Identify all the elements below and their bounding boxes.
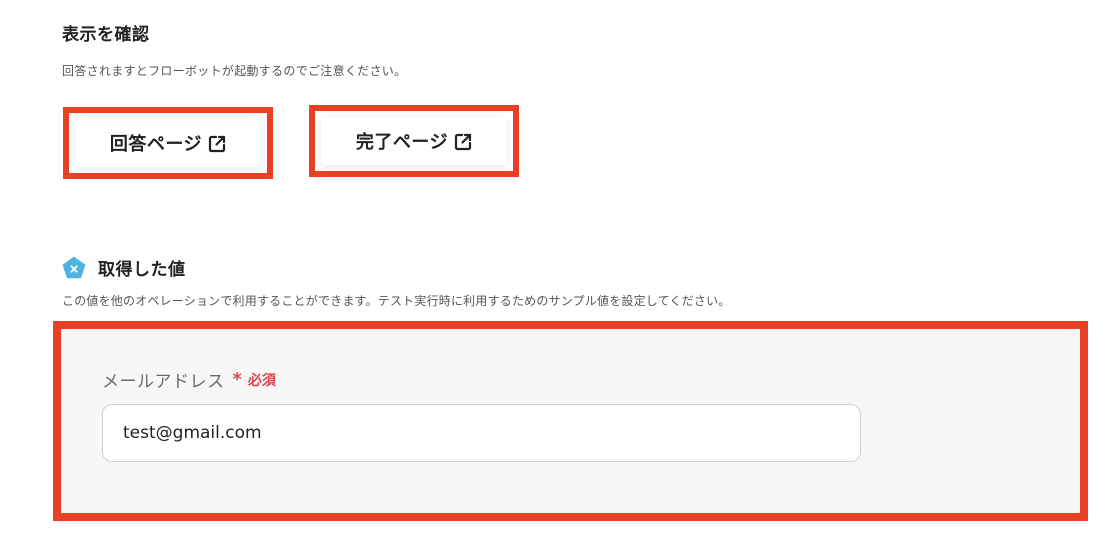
pentagon-x-icon xyxy=(62,256,86,280)
email-field[interactable] xyxy=(102,404,861,462)
complete-page-highlight: 完了ページ xyxy=(309,105,519,177)
answer-page-button[interactable]: 回答ページ xyxy=(75,119,261,167)
sample-value-form-highlight: メールアドレス * 必須 xyxy=(53,321,1088,521)
external-link-icon xyxy=(454,133,472,151)
required-badge: 必須 xyxy=(247,372,276,389)
acquired-section-description: この値を他のオペレーションで利用することができます。テスト実行時に利用するための… xyxy=(62,294,731,308)
display-section-description: 回答されますとフローボットが起動するのでご注意ください。 xyxy=(62,64,407,78)
answer-page-highlight: 回答ページ xyxy=(63,107,273,179)
acquired-section-title: 取得した値 xyxy=(98,260,186,280)
email-field-label-text: メールアドレス xyxy=(102,372,225,392)
complete-page-label: 完了ページ xyxy=(355,132,449,153)
email-field-label: メールアドレス * 必須 xyxy=(102,367,276,392)
display-section-title: 表示を確認 xyxy=(62,25,150,45)
required-asterisk: * xyxy=(232,369,242,390)
complete-page-button[interactable]: 完了ページ xyxy=(321,117,507,165)
answer-page-label: 回答ページ xyxy=(109,134,203,155)
external-link-icon xyxy=(208,135,226,153)
acquired-section-header: 取得した値 xyxy=(62,255,186,280)
